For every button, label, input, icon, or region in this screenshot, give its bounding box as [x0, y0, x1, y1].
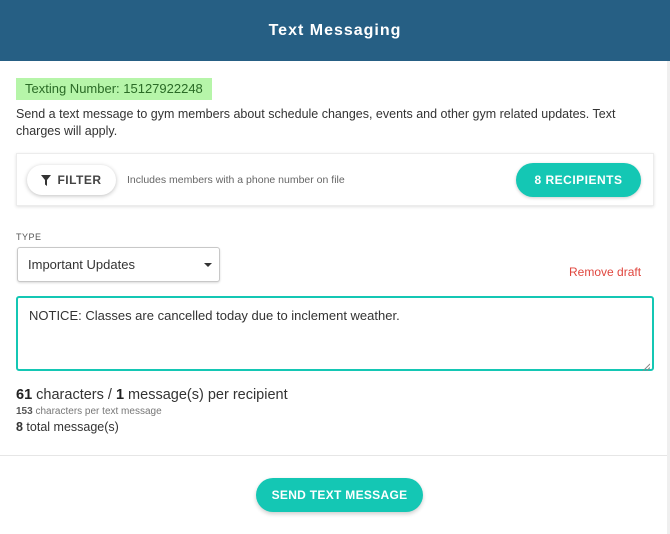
page-description: Send a text message to gym members about… — [16, 107, 616, 138]
message-count: 1 — [115, 387, 125, 403]
type-select-value: Important Updates — [28, 257, 135, 272]
send-text-message-button[interactable]: SEND TEXT MESSAGE — [256, 478, 423, 512]
filter-note: Includes members with a phone number on … — [127, 174, 345, 186]
message-textarea[interactable]: NOTICE: Classes are cancelled today due … — [16, 296, 654, 372]
message-count-label: message(s) per recipient — [124, 387, 288, 403]
page-header: Text Messaging — [0, 0, 670, 61]
character-count-line: 61 characters / 1 message(s) per recipie… — [16, 387, 288, 403]
filter-card: FILTER Includes members with a phone num… — [16, 153, 654, 206]
per-text-limit-label: characters per text message — [32, 406, 162, 417]
texting-number-badge: Texting Number: 15127922248 — [16, 78, 212, 100]
character-count: 61 — [16, 387, 33, 403]
footer-divider — [0, 455, 670, 456]
resize-handle-icon[interactable] — [642, 359, 651, 372]
total-messages: 8 — [16, 420, 23, 434]
page-title: Text Messaging — [268, 21, 402, 39]
remove-draft-link[interactable]: Remove draft — [569, 265, 641, 279]
funnel-icon — [41, 174, 52, 186]
type-select[interactable]: Important Updates — [17, 247, 220, 282]
total-messages-label: total message(s) — [22, 420, 119, 434]
type-label: TYPE — [16, 232, 42, 242]
filter-button[interactable]: FILTER — [27, 165, 116, 195]
recipients-button[interactable]: 8 RECIPIENTS — [516, 163, 641, 197]
caret-down-icon — [204, 263, 212, 267]
character-count-label: characters / — [32, 387, 116, 403]
per-text-limit: 153 — [16, 406, 33, 417]
per-text-limit-line: 153 characters per text message — [16, 406, 162, 417]
filter-button-label: FILTER — [57, 173, 102, 187]
total-messages-line: 8 total message(s) — [16, 420, 119, 434]
message-text: NOTICE: Classes are cancelled today due … — [29, 308, 400, 323]
